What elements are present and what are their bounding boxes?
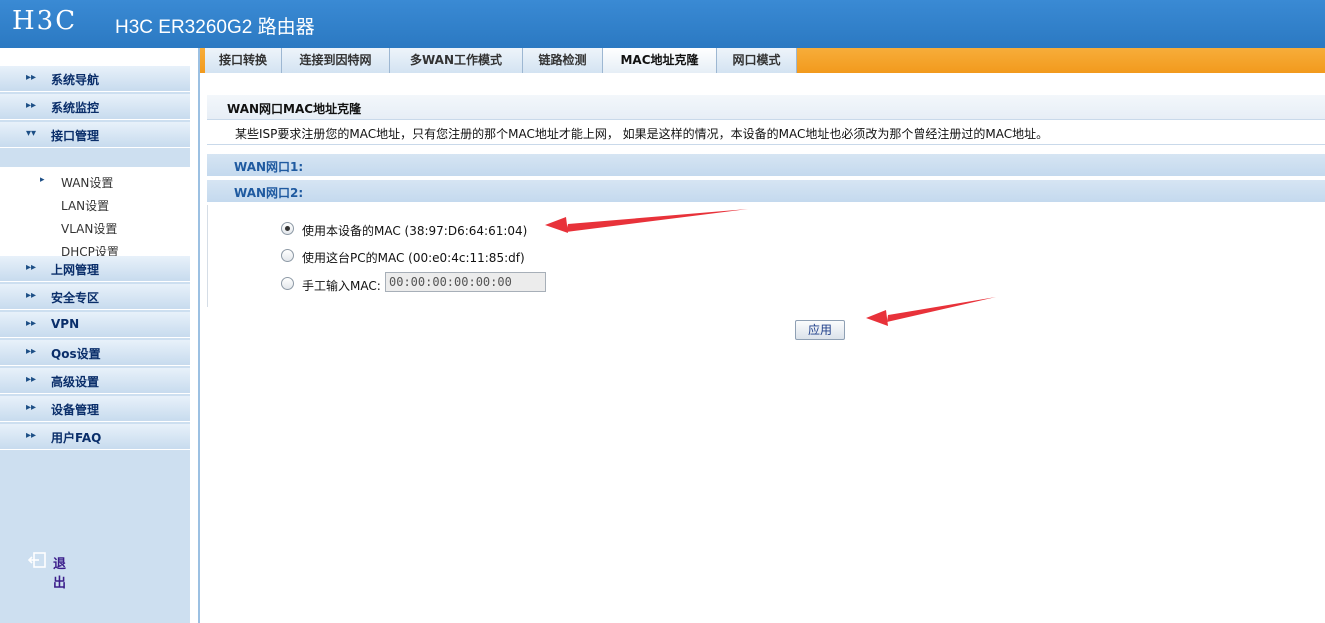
radio-device-mac[interactable]: [281, 222, 294, 235]
radio-manual-mac[interactable]: [281, 277, 294, 290]
description-row: 某些ISP要求注册您的MAC地址，只有您注册的那个MAC地址才能上网， 如果是这…: [207, 121, 1325, 145]
wan2-header[interactable]: WAN网口2:: [207, 180, 1325, 202]
sidebar-item-qos[interactable]: ▸▸ Qos设置: [0, 340, 190, 366]
h3c-logo-graphic: H3C: [12, 6, 77, 36]
wan1-header[interactable]: WAN网口1:: [207, 154, 1325, 176]
sidebar-item-system-nav[interactable]: ▸▸ 系统导航: [0, 66, 190, 92]
wan1-label: WAN网口1:: [234, 160, 304, 174]
tab-multi-wan[interactable]: 多WAN工作模式: [390, 48, 523, 73]
tab-label: 多WAN工作模式: [409, 53, 503, 67]
main-content: WAN网口MAC地址克隆 某些ISP要求注册您的MAC地址，只有您注册的那个MA…: [200, 73, 1325, 623]
sidebar-item-label: Qos设置: [51, 347, 101, 361]
sidebar-panel: ▸▸ 系统导航 ▸▸ 系统监控 ▾▾ 接口管理 ▸ WAN设置 LAN设置 VL…: [0, 66, 190, 623]
submenu-item-label: WAN设置: [61, 176, 114, 190]
page-title: H3C ER3260G2 路由器: [115, 17, 315, 38]
tab-label: 网口模式: [732, 53, 781, 67]
sidebar-item-label: 接口管理: [51, 129, 100, 143]
collapse-arrow-icon: ▾▾: [26, 128, 37, 139]
tab-link-detect[interactable]: 链路检测: [523, 48, 603, 73]
section-header: WAN网口MAC地址克隆: [207, 95, 1325, 120]
option-label: 手工输入MAC:: [302, 279, 381, 293]
svg-text:H3C: H3C: [12, 6, 77, 36]
sidebar-item-system-monitor[interactable]: ▸▸ 系统监控: [0, 94, 190, 120]
manual-mac-input[interactable]: 00:00:00:00:00:00: [385, 272, 546, 292]
option-label: 使用本设备的MAC (38:97:D6:64:61:04): [302, 224, 528, 238]
sidebar-item-vpn[interactable]: ▸▸ VPN: [0, 312, 190, 338]
tab-mac-clone[interactable]: MAC地址克隆: [603, 48, 717, 73]
sidebar-item-label: 系统监控: [51, 101, 100, 115]
tab-connect-internet[interactable]: 连接到因特网: [282, 48, 390, 73]
sidebar-item-device-mgmt[interactable]: ▸▸ 设备管理: [0, 396, 190, 422]
sidebar-item-security[interactable]: ▸▸ 安全专区: [0, 284, 190, 310]
tab-label: MAC地址克隆: [620, 53, 699, 67]
expand-arrow-icon: ▸▸: [26, 430, 37, 441]
description-text: 某些ISP要求注册您的MAC地址，只有您注册的那个MAC地址才能上网， 如果是这…: [235, 127, 1049, 141]
section-title: WAN网口MAC地址克隆: [227, 102, 362, 116]
logout-label: 退出: [53, 557, 67, 591]
submenu-item-label: LAN设置: [61, 199, 110, 213]
logout-icon: [28, 552, 46, 568]
sidebar-item-label: 系统导航: [51, 73, 100, 87]
tab-bar: 接口转换 连接到因特网 多WAN工作模式 链路检测 MAC地址克隆 网口模式: [200, 48, 1325, 73]
expand-arrow-icon: ▸▸: [26, 374, 37, 385]
sidebar-item-user-faq[interactable]: ▸▸ 用户FAQ: [0, 424, 190, 450]
sidebar-item-label: 高级设置: [51, 375, 100, 389]
submenu-item-wan[interactable]: ▸ WAN设置: [0, 171, 190, 193]
sidebar: ▸▸ 系统导航 ▸▸ 系统监控 ▾▾ 接口管理 ▸ WAN设置 LAN设置 VL…: [0, 48, 200, 623]
sidebar-item-label: VPN: [51, 317, 80, 331]
tab-label: 连接到因特网: [299, 53, 372, 67]
sidebar-item-label: 上网管理: [51, 263, 100, 277]
submenu-item-label: VLAN设置: [61, 222, 118, 236]
sidebar-item-label: 设备管理: [51, 403, 100, 417]
top-header: H3C H3C ER3260G2 路由器: [0, 0, 1325, 48]
option-label: 使用这台PC的MAC (00:e0:4c:11:85:df): [302, 251, 525, 265]
submenu-item-vlan[interactable]: VLAN设置: [0, 217, 190, 239]
sidebar-item-internet-mgmt[interactable]: ▸▸ 上网管理: [0, 256, 190, 282]
sidebar-item-advanced[interactable]: ▸▸ 高级设置: [0, 368, 190, 394]
tab-label: 链路检测: [538, 53, 587, 67]
sidebar-item-label: 安全专区: [51, 291, 100, 305]
expand-arrow-icon: ▸▸: [26, 346, 37, 357]
radio-pc-mac[interactable]: [281, 249, 294, 262]
expand-arrow-icon: ▸▸: [26, 100, 37, 111]
expand-arrow-icon: ▸▸: [26, 262, 37, 273]
expand-arrow-icon: ▸▸: [26, 290, 37, 301]
tab-port-mode[interactable]: 网口模式: [717, 48, 797, 73]
apply-button[interactable]: 应用: [795, 320, 845, 340]
tab-label: 接口转换: [218, 53, 267, 67]
submenu-item-lan[interactable]: LAN设置: [0, 194, 190, 216]
expand-arrow-icon: ▸▸: [26, 402, 37, 413]
tab-interface-switch[interactable]: 接口转换: [205, 48, 282, 73]
sidebar-item-interface-mgmt[interactable]: ▾▾ 接口管理: [0, 122, 190, 148]
current-arrow-icon: ▸: [40, 175, 45, 185]
wan2-label: WAN网口2:: [234, 186, 304, 200]
sidebar-item-label: 用户FAQ: [51, 431, 102, 445]
h3c-logo: H3C: [12, 6, 102, 36]
expand-arrow-icon: ▸▸: [26, 318, 37, 329]
wan2-mac-form: 使用本设备的MAC (38:97:D6:64:61:04) 使用这台PC的MAC…: [207, 205, 1325, 307]
expand-arrow-icon: ▸▸: [26, 72, 37, 83]
